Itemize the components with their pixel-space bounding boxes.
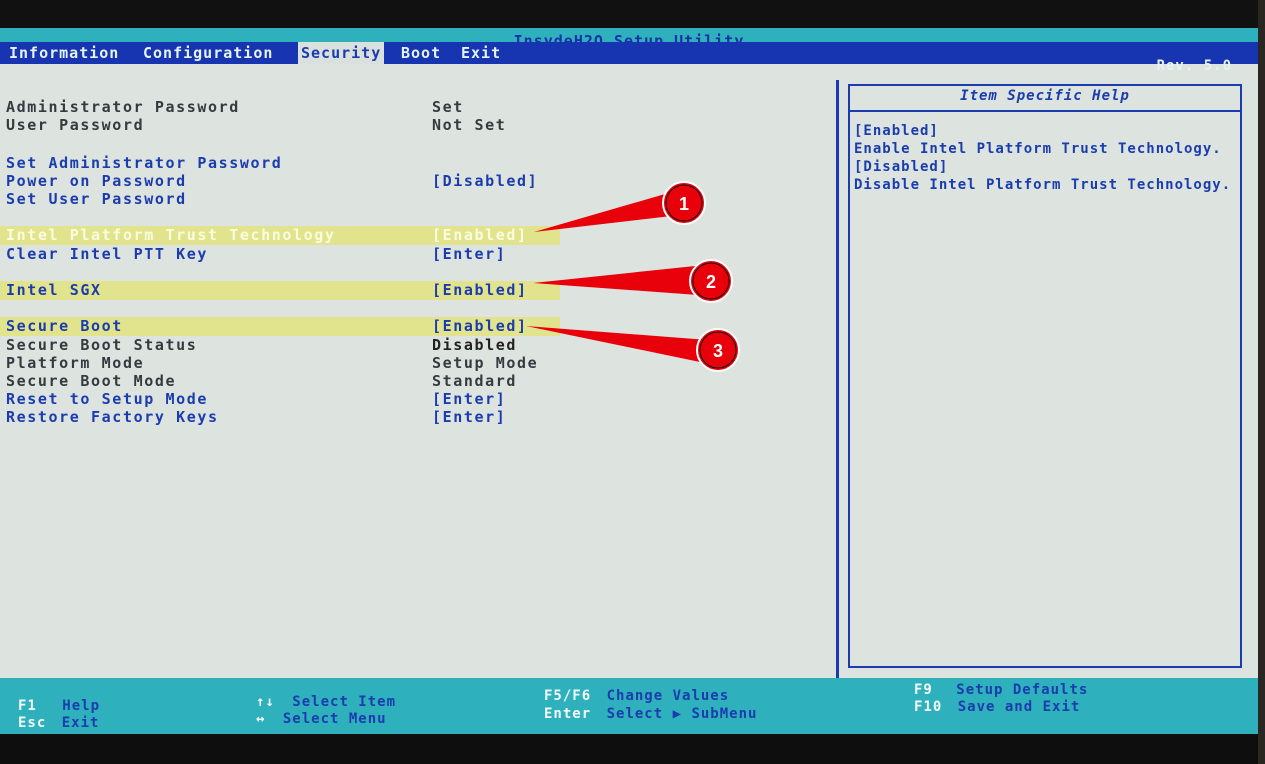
callout-pointer-3 xyxy=(526,326,708,362)
callout-overlay: 1 2 3 xyxy=(526,181,740,372)
callout-1: 1 xyxy=(534,181,706,232)
callout-2: 2 xyxy=(533,259,733,303)
callout-pointer-1 xyxy=(534,194,680,232)
callout-number-2: 2 xyxy=(706,272,716,292)
callout-number-3: 3 xyxy=(713,341,723,361)
callout-pointer-2 xyxy=(533,266,698,295)
callout-number-1: 1 xyxy=(679,194,689,214)
callout-3: 3 xyxy=(526,326,740,372)
